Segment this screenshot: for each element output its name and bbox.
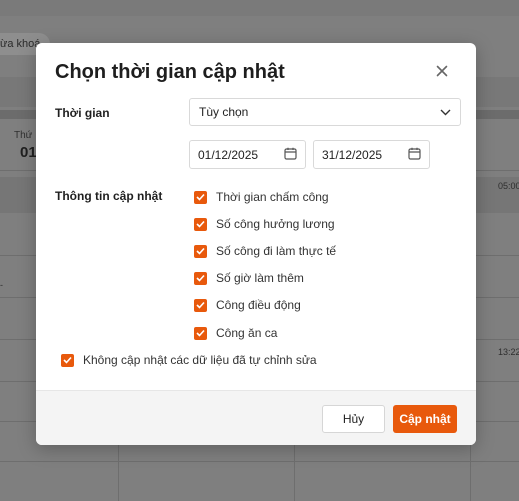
dialog-title: Chọn thời gian cập nhật bbox=[55, 61, 285, 83]
option-label: Số công đi làm thực tế bbox=[216, 244, 337, 258]
background-chip-label: ừa khoá bbox=[0, 38, 41, 50]
check-icon[interactable] bbox=[194, 271, 207, 285]
check-icon[interactable] bbox=[61, 353, 74, 367]
update-time-dialog: Chọn thời gian cập nhật Thời gian Tùy ch… bbox=[36, 43, 476, 445]
time-range-select[interactable]: Tùy chọn bbox=[189, 98, 461, 126]
option-meal-shift[interactable]: Công ăn ca bbox=[194, 326, 277, 340]
check-icon[interactable] bbox=[194, 190, 207, 204]
date-to-value: 31/12/2025 bbox=[322, 147, 383, 162]
calendar-icon[interactable] bbox=[284, 147, 297, 163]
skip-edited-label: Không cập nhật các dữ liệu đã tự chỉnh s… bbox=[83, 353, 317, 367]
check-icon[interactable] bbox=[194, 326, 207, 340]
option-label: Số công hưởng lương bbox=[216, 217, 335, 231]
date-to-input[interactable]: 31/12/2025 bbox=[313, 140, 430, 169]
close-button[interactable] bbox=[432, 63, 452, 83]
background-day-number: 01 bbox=[20, 144, 37, 161]
option-paid-workdays[interactable]: Số công hưởng lương bbox=[194, 217, 335, 231]
background-edge-mark: - bbox=[0, 280, 3, 290]
check-icon[interactable] bbox=[194, 244, 207, 258]
option-label: Thời gian chấm công bbox=[216, 190, 329, 204]
app-topbar bbox=[0, 0, 519, 16]
check-icon[interactable] bbox=[194, 217, 207, 231]
grid-line bbox=[0, 461, 519, 462]
check-icon[interactable] bbox=[194, 298, 207, 312]
option-label: Công ăn ca bbox=[216, 326, 278, 340]
date-from-value: 01/12/2025 bbox=[198, 147, 259, 162]
time-range-value: Tùy chọn bbox=[199, 105, 249, 119]
cancel-button[interactable]: Hủy bbox=[322, 405, 385, 433]
dialog-footer: Hủy Cập nhật bbox=[36, 390, 476, 445]
time-label: Thời gian bbox=[55, 106, 110, 120]
skip-edited-checkbox[interactable]: Không cập nhật các dữ liệu đã tự chỉnh s… bbox=[61, 353, 317, 367]
option-overtime-hours[interactable]: Số giờ làm thêm bbox=[194, 271, 304, 285]
background-time-label: 05:00 bbox=[498, 181, 519, 191]
calendar-icon[interactable] bbox=[408, 147, 421, 163]
update-button[interactable]: Cập nhật bbox=[393, 405, 457, 433]
background-time-label: 13:22 bbox=[498, 347, 519, 357]
close-icon bbox=[436, 64, 448, 82]
update-info-label: Thông tin cập nhật bbox=[55, 189, 163, 203]
option-transfer-workdays[interactable]: Công điều động bbox=[194, 298, 301, 312]
option-label: Công điều động bbox=[216, 298, 301, 312]
date-from-input[interactable]: 01/12/2025 bbox=[189, 140, 306, 169]
chevron-down-icon bbox=[440, 105, 451, 119]
option-actual-workdays[interactable]: Số công đi làm thực tế bbox=[194, 244, 336, 258]
option-label: Số giờ làm thêm bbox=[216, 271, 304, 285]
background-day-header: Thứ bbox=[14, 130, 33, 141]
option-checkin-time[interactable]: Thời gian chấm công bbox=[194, 190, 329, 204]
